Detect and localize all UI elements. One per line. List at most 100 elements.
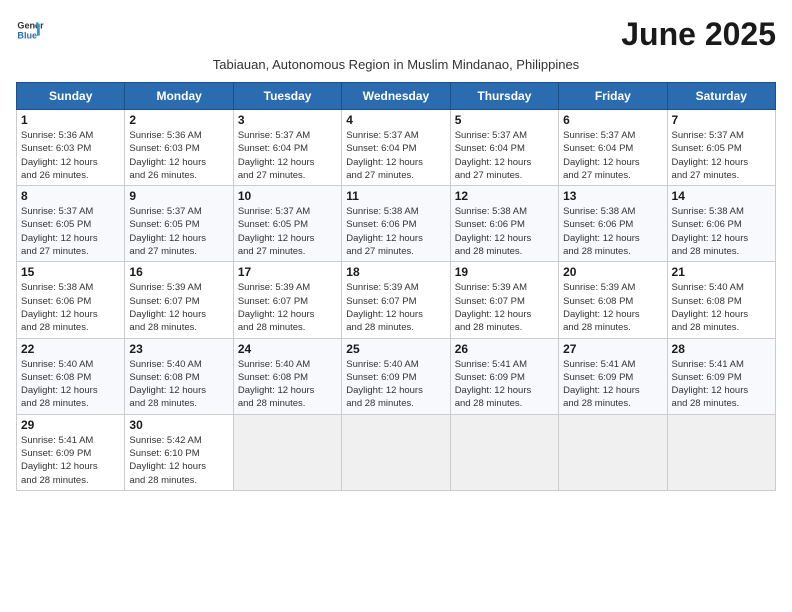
calendar-cell: 3 Sunrise: 5:37 AM Sunset: 6:04 PM Daylig… xyxy=(233,110,341,186)
calendar-cell: 13Sunrise: 5:38 AM Sunset: 6:06 PM Dayli… xyxy=(559,186,667,262)
day-number: 1 xyxy=(21,113,120,127)
weekday-sunday: Sunday xyxy=(17,83,125,110)
day-number: 28 xyxy=(672,342,771,356)
weekday-friday: Friday xyxy=(559,83,667,110)
day-number: 16 xyxy=(129,265,228,279)
calendar-cell xyxy=(233,414,341,490)
day-number: 5 xyxy=(455,113,554,127)
calendar-week-1: 1 Sunrise: 5:36 AM Sunset: 6:03 PM Daylig… xyxy=(17,110,776,186)
day-number: 24 xyxy=(238,342,337,356)
day-info: Sunrise: 5:39 AM Sunset: 6:07 PM Dayligh… xyxy=(238,281,337,334)
day-number: 8 xyxy=(21,189,120,203)
day-info: Sunrise: 5:38 AM Sunset: 6:06 PM Dayligh… xyxy=(21,281,120,334)
day-info: Sunrise: 5:37 AM Sunset: 6:04 PM Dayligh… xyxy=(455,129,554,182)
calendar-week-2: 8 Sunrise: 5:37 AM Sunset: 6:05 PM Daylig… xyxy=(17,186,776,262)
calendar-cell: 28 Sunrise: 5:41 AM Sunset: 6:09 PM Dayli… xyxy=(667,338,775,414)
calendar-cell: 12Sunrise: 5:38 AM Sunset: 6:06 PM Dayli… xyxy=(450,186,558,262)
day-number: 6 xyxy=(563,113,662,127)
day-number: 26 xyxy=(455,342,554,356)
day-number: 30 xyxy=(129,418,228,432)
calendar-cell: 29 Sunrise: 5:41 AM Sunset: 6:09 PM Dayli… xyxy=(17,414,125,490)
day-info: Sunrise: 5:36 AM Sunset: 6:03 PM Dayligh… xyxy=(129,129,228,182)
day-number: 27 xyxy=(563,342,662,356)
calendar-cell: 8 Sunrise: 5:37 AM Sunset: 6:05 PM Daylig… xyxy=(17,186,125,262)
calendar-cell xyxy=(450,414,558,490)
day-info: Sunrise: 5:41 AM Sunset: 6:09 PM Dayligh… xyxy=(21,434,120,487)
calendar-cell: 24 Sunrise: 5:40 AM Sunset: 6:08 PM Dayli… xyxy=(233,338,341,414)
calendar-cell: 7 Sunrise: 5:37 AM Sunset: 6:05 PM Daylig… xyxy=(667,110,775,186)
day-info: Sunrise: 5:42 AM Sunset: 6:10 PM Dayligh… xyxy=(129,434,228,487)
calendar-week-3: 15 Sunrise: 5:38 AM Sunset: 6:06 PM Dayli… xyxy=(17,262,776,338)
day-info: Sunrise: 5:39 AM Sunset: 6:08 PM Dayligh… xyxy=(563,281,662,334)
day-info: Sunrise: 5:41 AM Sunset: 6:09 PM Dayligh… xyxy=(563,358,662,411)
calendar-cell: 30 Sunrise: 5:42 AM Sunset: 6:10 PM Dayli… xyxy=(125,414,233,490)
day-info: Sunrise: 5:40 AM Sunset: 6:08 PM Dayligh… xyxy=(238,358,337,411)
calendar-cell: 9 Sunrise: 5:37 AM Sunset: 6:05 PM Daylig… xyxy=(125,186,233,262)
day-number: 19 xyxy=(455,265,554,279)
header: General Blue June 2025 xyxy=(16,16,776,53)
weekday-saturday: Saturday xyxy=(667,83,775,110)
day-info: Sunrise: 5:37 AM Sunset: 6:05 PM Dayligh… xyxy=(238,205,337,258)
svg-text:Blue: Blue xyxy=(17,30,37,40)
calendar-cell: 27 Sunrise: 5:41 AM Sunset: 6:09 PM Dayli… xyxy=(559,338,667,414)
calendar-cell: 19 Sunrise: 5:39 AM Sunset: 6:07 PM Dayli… xyxy=(450,262,558,338)
calendar-cell: 4Sunrise: 5:37 AM Sunset: 6:04 PM Daylig… xyxy=(342,110,450,186)
day-info: Sunrise: 5:37 AM Sunset: 6:04 PM Dayligh… xyxy=(238,129,337,182)
weekday-wednesday: Wednesday xyxy=(342,83,450,110)
day-number: 15 xyxy=(21,265,120,279)
day-number: 29 xyxy=(21,418,120,432)
calendar-cell: 15 Sunrise: 5:38 AM Sunset: 6:06 PM Dayli… xyxy=(17,262,125,338)
calendar-cell: 14 Sunrise: 5:38 AM Sunset: 6:06 PM Dayli… xyxy=(667,186,775,262)
day-number: 18 xyxy=(346,265,445,279)
day-number: 10 xyxy=(238,189,337,203)
day-info: Sunrise: 5:38 AM Sunset: 6:06 PM Dayligh… xyxy=(672,205,771,258)
day-number: 3 xyxy=(238,113,337,127)
svg-text:General: General xyxy=(17,21,44,31)
weekday-monday: Monday xyxy=(125,83,233,110)
day-info: Sunrise: 5:37 AM Sunset: 6:05 PM Dayligh… xyxy=(129,205,228,258)
calendar-cell: 21 Sunrise: 5:40 AM Sunset: 6:08 PM Dayli… xyxy=(667,262,775,338)
day-info: Sunrise: 5:38 AM Sunset: 6:06 PM Dayligh… xyxy=(455,205,554,258)
calendar-cell: 16 Sunrise: 5:39 AM Sunset: 6:07 PM Dayli… xyxy=(125,262,233,338)
calendar-cell xyxy=(667,414,775,490)
calendar-cell: 1 Sunrise: 5:36 AM Sunset: 6:03 PM Daylig… xyxy=(17,110,125,186)
day-info: Sunrise: 5:39 AM Sunset: 6:07 PM Dayligh… xyxy=(129,281,228,334)
day-info: Sunrise: 5:37 AM Sunset: 6:05 PM Dayligh… xyxy=(672,129,771,182)
calendar-cell: 11Sunrise: 5:38 AM Sunset: 6:06 PM Dayli… xyxy=(342,186,450,262)
day-info: Sunrise: 5:41 AM Sunset: 6:09 PM Dayligh… xyxy=(455,358,554,411)
calendar-cell xyxy=(342,414,450,490)
day-number: 17 xyxy=(238,265,337,279)
day-number: 7 xyxy=(672,113,771,127)
day-info: Sunrise: 5:40 AM Sunset: 6:08 PM Dayligh… xyxy=(672,281,771,334)
subtitle: Tabiauan, Autonomous Region in Muslim Mi… xyxy=(16,57,776,72)
logo-icon: General Blue xyxy=(16,16,44,44)
day-info: Sunrise: 5:40 AM Sunset: 6:08 PM Dayligh… xyxy=(129,358,228,411)
day-number: 23 xyxy=(129,342,228,356)
day-number: 25 xyxy=(346,342,445,356)
calendar-cell: 26 Sunrise: 5:41 AM Sunset: 6:09 PM Dayli… xyxy=(450,338,558,414)
day-number: 20 xyxy=(563,265,662,279)
day-info: Sunrise: 5:37 AM Sunset: 6:04 PM Dayligh… xyxy=(346,129,445,182)
day-number: 14 xyxy=(672,189,771,203)
calendar-cell: 22Sunrise: 5:40 AM Sunset: 6:08 PM Dayli… xyxy=(17,338,125,414)
day-info: Sunrise: 5:38 AM Sunset: 6:06 PM Dayligh… xyxy=(563,205,662,258)
day-info: Sunrise: 5:36 AM Sunset: 6:03 PM Dayligh… xyxy=(21,129,120,182)
calendar-cell: 18Sunrise: 5:39 AM Sunset: 6:07 PM Dayli… xyxy=(342,262,450,338)
calendar-cell: 10 Sunrise: 5:37 AM Sunset: 6:05 PM Dayli… xyxy=(233,186,341,262)
weekday-thursday: Thursday xyxy=(450,83,558,110)
day-info: Sunrise: 5:39 AM Sunset: 6:07 PM Dayligh… xyxy=(455,281,554,334)
day-info: Sunrise: 5:41 AM Sunset: 6:09 PM Dayligh… xyxy=(672,358,771,411)
calendar-week-4: 22Sunrise: 5:40 AM Sunset: 6:08 PM Dayli… xyxy=(17,338,776,414)
calendar-body: 1 Sunrise: 5:36 AM Sunset: 6:03 PM Daylig… xyxy=(17,110,776,491)
month-title: June 2025 xyxy=(621,16,776,53)
calendar-cell: 6 Sunrise: 5:37 AM Sunset: 6:04 PM Daylig… xyxy=(559,110,667,186)
day-number: 9 xyxy=(129,189,228,203)
day-info: Sunrise: 5:37 AM Sunset: 6:04 PM Dayligh… xyxy=(563,129,662,182)
weekday-tuesday: Tuesday xyxy=(233,83,341,110)
calendar-cell xyxy=(559,414,667,490)
day-info: Sunrise: 5:37 AM Sunset: 6:05 PM Dayligh… xyxy=(21,205,120,258)
calendar-cell: 5 Sunrise: 5:37 AM Sunset: 6:04 PM Daylig… xyxy=(450,110,558,186)
calendar-cell: 2 Sunrise: 5:36 AM Sunset: 6:03 PM Daylig… xyxy=(125,110,233,186)
day-number: 2 xyxy=(129,113,228,127)
day-number: 21 xyxy=(672,265,771,279)
